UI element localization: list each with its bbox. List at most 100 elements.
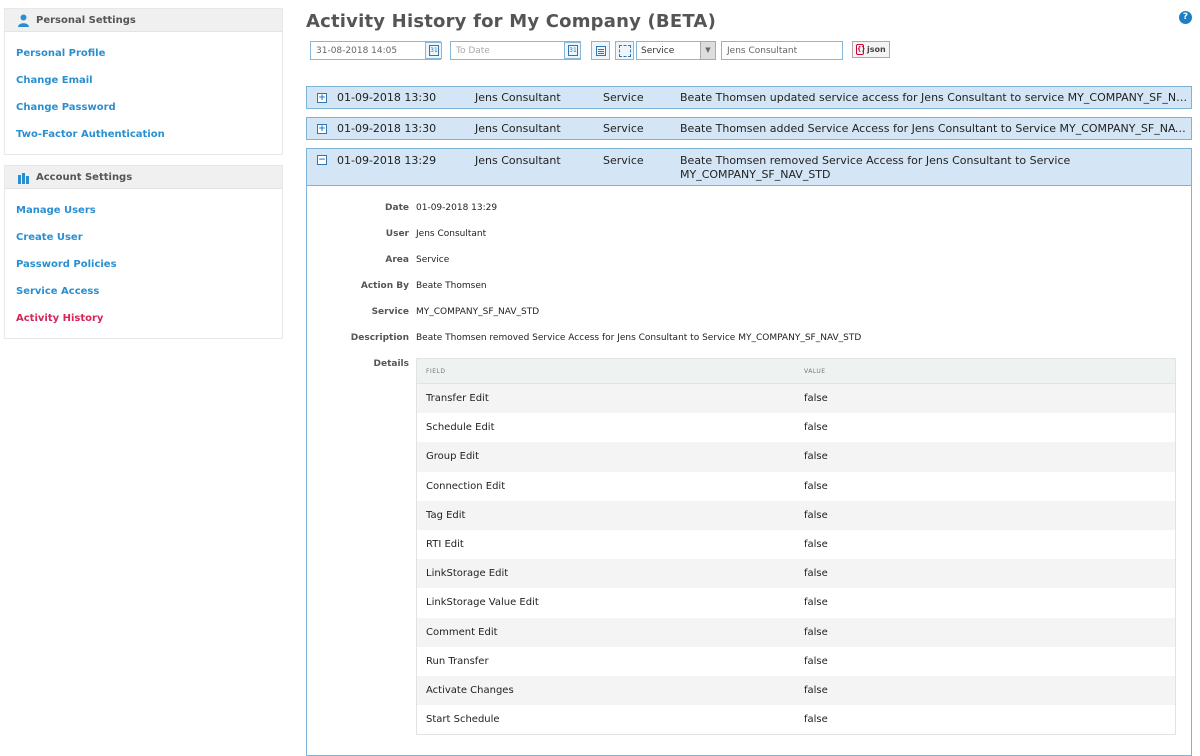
field-value: false [804,597,828,609]
activity-date: 01-09-2018 13:30 [337,122,437,135]
collapse-icon[interactable]: − [317,155,327,165]
sidebar-item-two-factor-authentication[interactable]: Two-Factor Authentication [5,121,282,148]
field-value: false [804,480,828,492]
field-name: Schedule Edit [426,422,495,434]
sidebar-item-activity-history[interactable]: Activity History [5,305,282,332]
field-value: false [804,422,828,434]
column-header-value: VALUE [804,368,826,375]
sidebar-item-change-email[interactable]: Change Email [5,67,282,94]
expand-icon[interactable]: + [317,93,327,103]
activity-area: Service [603,122,644,135]
from-date-input[interactable]: 31-08-2018 14:05 [310,41,441,60]
activity-row[interactable]: + 01-09-2018 13:30 Jens Consultant Servi… [306,86,1192,109]
column-header-field: FIELD [426,368,446,375]
table-row: Transfer Edit false [417,384,1175,414]
field-value: false [804,538,828,550]
table-row: Run Transfer false [417,647,1175,676]
activity-area: Service [603,91,644,104]
person-icon [18,14,29,27]
detail-label-description: Description [350,333,409,343]
activity-user: Jens Consultant [475,122,561,135]
table-row: Start Schedule false [417,705,1175,734]
field-name: Tag Edit [426,509,466,521]
sidebar-item-password-policies[interactable]: Password Policies [5,251,282,278]
activity-user: Jens Consultant [475,91,561,104]
activity-row-expanded[interactable]: − 01-09-2018 13:29 Jens Consultant Servi… [306,148,1192,186]
table-row: Activate Changes false [417,675,1175,706]
detail-label-area: Area [385,255,409,265]
personal-settings-header: Personal Settings [5,9,282,32]
field-name: Activate Changes [426,684,514,696]
account-settings-header: Account Settings [5,166,282,189]
sidebar-item-manage-users[interactable]: Manage Users [5,197,282,224]
table-row: LinkStorage Edit false [417,559,1175,589]
to-date-input[interactable]: To Date [450,41,581,60]
account-settings-title: Account Settings [36,171,133,183]
field-value: false [804,568,828,580]
field-name: Group Edit [426,451,479,463]
area-select-value: Service [641,45,675,56]
to-date-calendar-button[interactable]: 31 [564,42,581,59]
field-value: false [804,451,828,463]
field-name: LinkStorage Value Edit [426,597,539,609]
field-name: Connection Edit [426,480,506,492]
sidebar-item-personal-profile[interactable]: Personal Profile [5,40,282,67]
detail-value-description: Beate Thomsen removed Service Access for… [416,333,862,343]
details-table-header: FIELD VALUE [417,359,1175,384]
expand-icon[interactable]: + [317,124,327,134]
table-row: Tag Edit false [417,500,1175,530]
sidebar-item-change-password[interactable]: Change Password [5,94,282,121]
field-value: false [804,626,828,638]
personal-settings-title: Personal Settings [36,14,136,26]
help-icon[interactable]: ? [1179,11,1192,24]
activity-list: + 01-09-2018 13:30 Jens Consultant Servi… [306,86,1192,756]
detail-label-date: Date [385,203,409,213]
activity-detail-panel: Date 01-09-2018 13:29 User Jens Consulta… [306,186,1192,756]
field-name: Run Transfer [426,655,489,667]
list-view-button[interactable] [591,41,610,60]
sidebar: Personal Settings Personal Profile Chang… [4,8,283,349]
activity-description: Beate Thomsen removed Service Access for… [680,154,1071,181]
activity-description: Beate Thomsen updated service access for… [680,91,1188,104]
list-icon [596,46,606,56]
field-value: false [804,393,828,404]
from-date-calendar-button[interactable]: 31 [425,42,442,59]
field-name: Transfer Edit [426,393,489,404]
detail-label-action-by: Action By [360,281,409,291]
chevron-down-icon: ▼ [705,46,711,54]
user-filter-input[interactable]: Jens Consultant [721,41,843,60]
detail-label-details: Details [373,359,409,369]
field-value: false [804,714,828,726]
activity-date: 01-09-2018 13:29 [337,154,437,167]
table-row: Schedule Edit false [417,413,1175,442]
table-row: Connection Edit false [417,472,1175,501]
activity-user: Jens Consultant [475,154,561,167]
table-row: RTI Edit false [417,530,1175,559]
selection-icon [619,45,631,57]
field-value: false [804,684,828,696]
sidebar-item-create-user[interactable]: Create User [5,224,282,251]
building-icon [18,172,29,184]
detail-label-user: User [385,229,409,239]
activity-description: Beate Thomsen added Service Access for J… [680,122,1188,135]
activity-row[interactable]: + 01-09-2018 13:30 Jens Consultant Servi… [306,117,1192,140]
table-row: Comment Edit false [417,617,1175,647]
main-content: Activity History for My Company (BETA) 3… [306,8,1194,756]
table-row: LinkStorage Value Edit false [417,588,1175,617]
activity-date: 01-09-2018 13:30 [337,91,437,104]
field-name: Comment Edit [426,626,498,638]
detail-label-service: Service [371,307,409,317]
field-name: Start Schedule [426,714,500,726]
detail-value-area: Service [416,255,450,265]
json-export-button[interactable]: {} json [852,41,890,58]
select-area-button[interactable] [615,41,634,60]
detail-value-action-by: Beate Thomsen [416,281,487,291]
detail-value-service: MY_COMPANY_SF_NAV_STD [416,307,540,317]
sidebar-item-service-access[interactable]: Service Access [5,278,282,305]
page-title: Activity History for My Company (BETA) [306,11,716,32]
detail-value-user: Jens Consultant [416,229,487,239]
json-file-icon: {} [856,44,866,55]
filter-bar: 31-08-2018 14:05 31 To Date 31 Service ×… [310,41,1194,61]
json-label: json [867,45,886,54]
area-dropdown-button[interactable]: ▼ [700,41,716,60]
